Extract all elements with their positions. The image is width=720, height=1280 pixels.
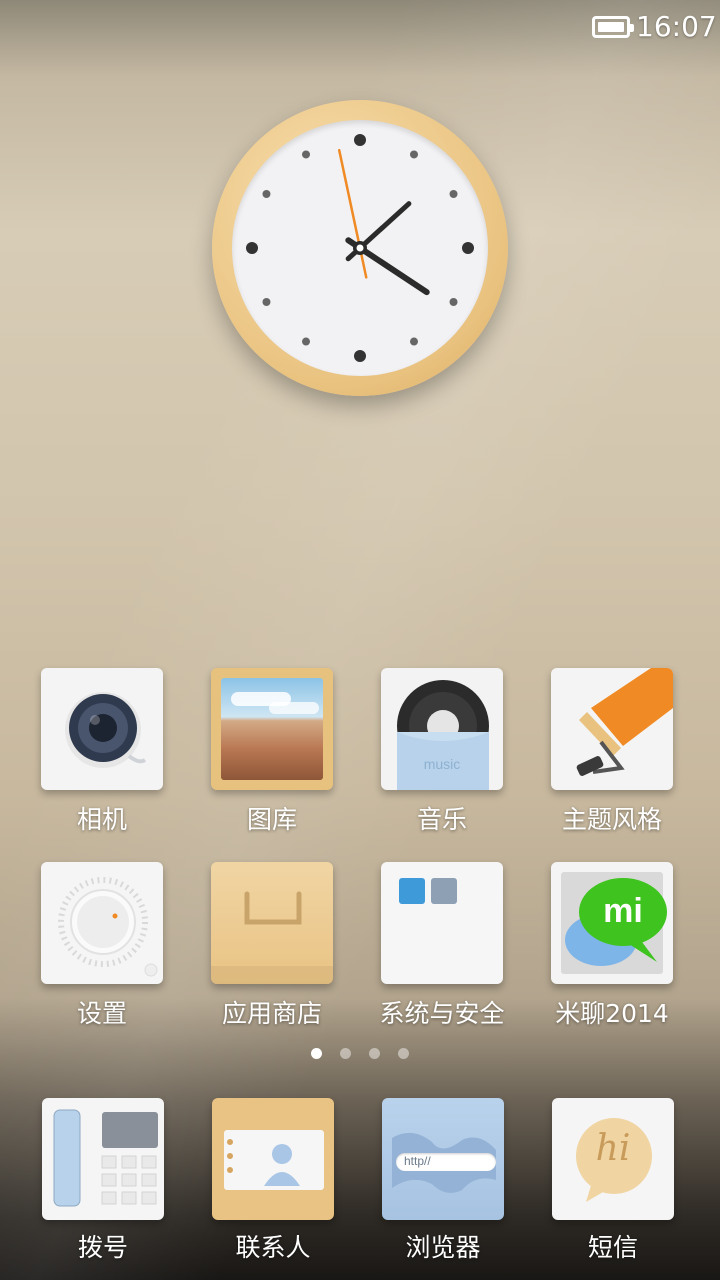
- app-theme[interactable]: 主题风格: [547, 668, 677, 838]
- system-security-folder-icon: [381, 862, 503, 984]
- app-label: 系统与安全: [379, 999, 505, 1028]
- phone-dialer-icon: [42, 1098, 164, 1220]
- app-gallery[interactable]: 图库: [207, 668, 337, 838]
- app-miliao[interactable]: mi 米聊2014: [547, 862, 677, 1032]
- browser-icon: http//: [382, 1098, 504, 1220]
- clock-tick: [246, 242, 258, 254]
- clock-tick: [302, 150, 310, 159]
- clock-tick: [410, 337, 418, 346]
- app-store[interactable]: 应用商店: [207, 862, 337, 1032]
- messages-badge-text: hi: [595, 1128, 631, 1169]
- messages-icon: hi: [552, 1098, 674, 1220]
- clock-tick: [462, 242, 474, 254]
- app-music[interactable]: music 音乐: [377, 668, 507, 838]
- clock-widget[interactable]: [212, 100, 508, 396]
- clock-hands: [246, 134, 474, 362]
- status-bar: 16:07: [0, 0, 720, 56]
- clock-tick: [302, 337, 310, 346]
- dock-app-browser[interactable]: http// 浏览器: [378, 1098, 508, 1268]
- app-store-icon: [211, 862, 333, 984]
- app-label: 浏览器: [405, 1233, 481, 1262]
- battery-icon: [592, 16, 634, 38]
- page-dot-1[interactable]: [311, 1048, 322, 1059]
- music-badge-text: music: [423, 756, 461, 772]
- browser-url-text: http//: [404, 1154, 431, 1168]
- page-dot-3[interactable]: [369, 1048, 380, 1059]
- page-dot-4[interactable]: [398, 1048, 409, 1059]
- dock-app-dialer[interactable]: 拨号: [38, 1098, 168, 1268]
- page-dot-2[interactable]: [340, 1048, 351, 1059]
- app-label: 图库: [246, 805, 297, 834]
- clock-tick: [354, 134, 366, 146]
- second-hand: [337, 148, 368, 279]
- dock-app-messages[interactable]: hi 短信: [548, 1098, 678, 1268]
- clock-tick: [449, 298, 458, 306]
- app-label: 拨号: [77, 1233, 128, 1262]
- app-label: 主题风格: [561, 805, 662, 834]
- gallery-icon: [211, 668, 333, 790]
- clock-tick: [449, 190, 458, 198]
- dock-app-contacts[interactable]: 联系人: [208, 1098, 338, 1268]
- page-indicator: [0, 1048, 720, 1062]
- clock-tick: [262, 190, 271, 198]
- app-label: 应用商店: [221, 999, 322, 1028]
- clock-tick: [410, 150, 418, 159]
- miliao-icon: mi: [551, 862, 673, 984]
- clock-tick: [354, 350, 366, 362]
- app-label: 米聊2014: [555, 999, 669, 1028]
- app-camera[interactable]: 相机: [37, 668, 167, 838]
- app-label: 设置: [76, 999, 127, 1028]
- clock-tick: [262, 298, 271, 306]
- app-folder-system-security[interactable]: 系统与安全: [377, 862, 507, 1032]
- camera-icon: [41, 668, 163, 790]
- status-time: 16:07: [636, 10, 717, 43]
- settings-icon: [41, 862, 163, 984]
- miliao-badge-text: mi: [603, 892, 643, 930]
- app-label: 短信: [587, 1233, 638, 1262]
- contacts-icon: [212, 1098, 334, 1220]
- music-icon: music: [381, 668, 503, 790]
- app-label: 相机: [76, 805, 127, 834]
- theme-icon: [551, 668, 673, 790]
- app-settings[interactable]: 设置: [37, 862, 167, 1032]
- app-label: 音乐: [416, 805, 467, 834]
- app-label: 联系人: [235, 1233, 311, 1262]
